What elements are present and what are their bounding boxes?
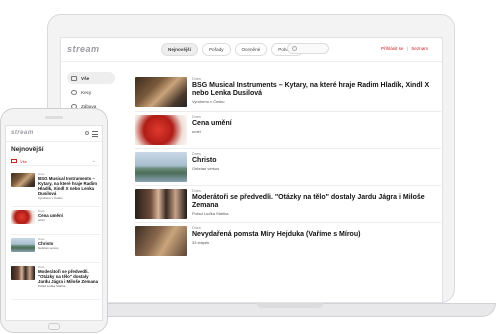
laptop-header: stream Nejnovější Pořady Oceněné Pohádky… [61,38,442,62]
video-thumbnail[interactable] [11,210,35,224]
home-button[interactable] [48,323,60,330]
grid-icon [71,75,77,81]
phone-video-list: Dnes BSG Musical Instruments – Kytary, n… [11,171,101,301]
page-title: Nejnovější [11,146,44,153]
video-item[interactable]: Dnes Moderátoři se předvedli. "Otázky na… [135,185,441,222]
video-title[interactable]: Moderátoři se předvedli. "Otázky na tělo… [38,269,100,284]
stream-logo[interactable]: stream [67,44,100,54]
device-mockup: stream Nejnovější Pořady Oceněné Pohádky… [0,0,500,334]
video-item[interactable]: Dnes BSG Musical Instruments – Kytary, n… [135,74,441,111]
grid-icon [11,159,17,163]
search-icon [292,46,297,51]
sidebar-item-label: Vše [81,75,90,81]
account-links: Přihlásit se | Seznam [381,46,430,51]
video-thumbnail[interactable] [135,189,187,219]
video-date: Dnes [192,152,201,156]
video-item[interactable]: Dnes Cena umění uměl [11,208,101,235]
video-show[interactable]: Vyrobeno v Česku [192,99,436,104]
video-title[interactable]: BSG Musical Instruments – Kytary, na kte… [38,176,100,196]
phone-frame: stream Nejnovější Vše ⌄ Dnes BSG Musical… [0,108,108,333]
video-item[interactable]: Dnes Nevydařená pomsta Míry Hejduka (Vař… [135,222,441,259]
phone-speaker [45,116,63,119]
laptop-notch [257,303,323,308]
sidebar-item-vse[interactable]: Vše [67,72,115,84]
video-show[interactable]: uměl [38,218,100,222]
register-link[interactable]: Seznam [411,46,428,51]
video-show[interactable]: Pořad Luďka Staňka [192,211,436,216]
video-title[interactable]: Christo [192,157,436,165]
tab-porady[interactable]: Pořady [201,43,231,56]
video-item[interactable]: Dnes Moderátoři se předvedli. "Otázky na… [11,264,101,300]
video-title[interactable]: Nevydařená pomsta Míry Hejduka (Vaříme s… [192,231,436,239]
hand-icon [71,89,77,95]
laptop-tabs: Nejnovější Pořady Oceněné Pohádky [161,43,304,56]
video-thumbnail[interactable] [135,115,187,145]
video-thumbnail[interactable] [11,238,35,252]
video-item[interactable]: Dnes BSG Musical Instruments – Kytary, n… [11,171,101,207]
phone-screen: stream Nejnovější Vše ⌄ Dnes BSG Musical… [5,125,103,321]
tab-ocenene[interactable]: Oceněné [234,43,268,56]
login-link[interactable]: Přihlásit se [381,46,403,51]
account-separator: | [406,46,408,51]
video-thumbnail[interactable] [135,77,187,107]
video-item[interactable]: Dnes Cena umění uměl [135,111,441,148]
laptop-screen: stream Nejnovější Pořady Oceněné Pohádky… [60,37,443,303]
video-date: Dnes [192,189,201,193]
video-show[interactable]: uměl [192,129,436,134]
video-date: Dnes [192,115,201,119]
video-item[interactable]: Dnes Christo Gebrian versus [135,148,441,185]
sidebar-item-label: Kecy [81,89,92,95]
phone-header: stream [6,126,102,142]
video-show[interactable]: 33 zlápek [192,240,436,245]
video-title[interactable]: Moderátoři se předvedli. "Otázky na tělo… [192,194,436,210]
hamburger-menu-icon[interactable] [92,131,98,137]
stream-logo[interactable]: stream [11,130,34,136]
video-date: Dnes [192,226,201,230]
category-filter[interactable]: Vše ⌄ [11,157,99,166]
filter-label: Vše [20,158,27,164]
sidebar-item-kecy[interactable]: Kecy [67,86,115,98]
video-item[interactable]: Dnes Christo Gebrian versus [11,236,101,263]
chevron-down-icon: ⌄ [91,158,96,164]
video-thumbnail[interactable] [11,173,35,187]
video-thumbnail[interactable] [135,152,187,182]
video-title[interactable]: BSG Musical Instruments – Kytary, na kte… [192,82,436,98]
tab-nejnovejsi[interactable]: Nejnovější [161,43,198,56]
search-input[interactable] [287,43,329,54]
video-thumbnail[interactable] [11,266,35,280]
video-date: Dnes [192,77,201,81]
search-icon[interactable] [85,131,89,135]
video-show[interactable]: Vyrobeno v Česku [38,196,100,200]
video-show[interactable]: Gebrian versus [38,246,100,250]
video-list: Dnes BSG Musical Instruments – Kytary, n… [135,74,441,259]
video-thumbnail[interactable] [135,226,187,256]
video-show[interactable]: Pořad Luďka Staňka [38,284,100,288]
video-title[interactable]: Cena umění [192,120,436,128]
video-show[interactable]: Gebrian versus [192,166,436,171]
